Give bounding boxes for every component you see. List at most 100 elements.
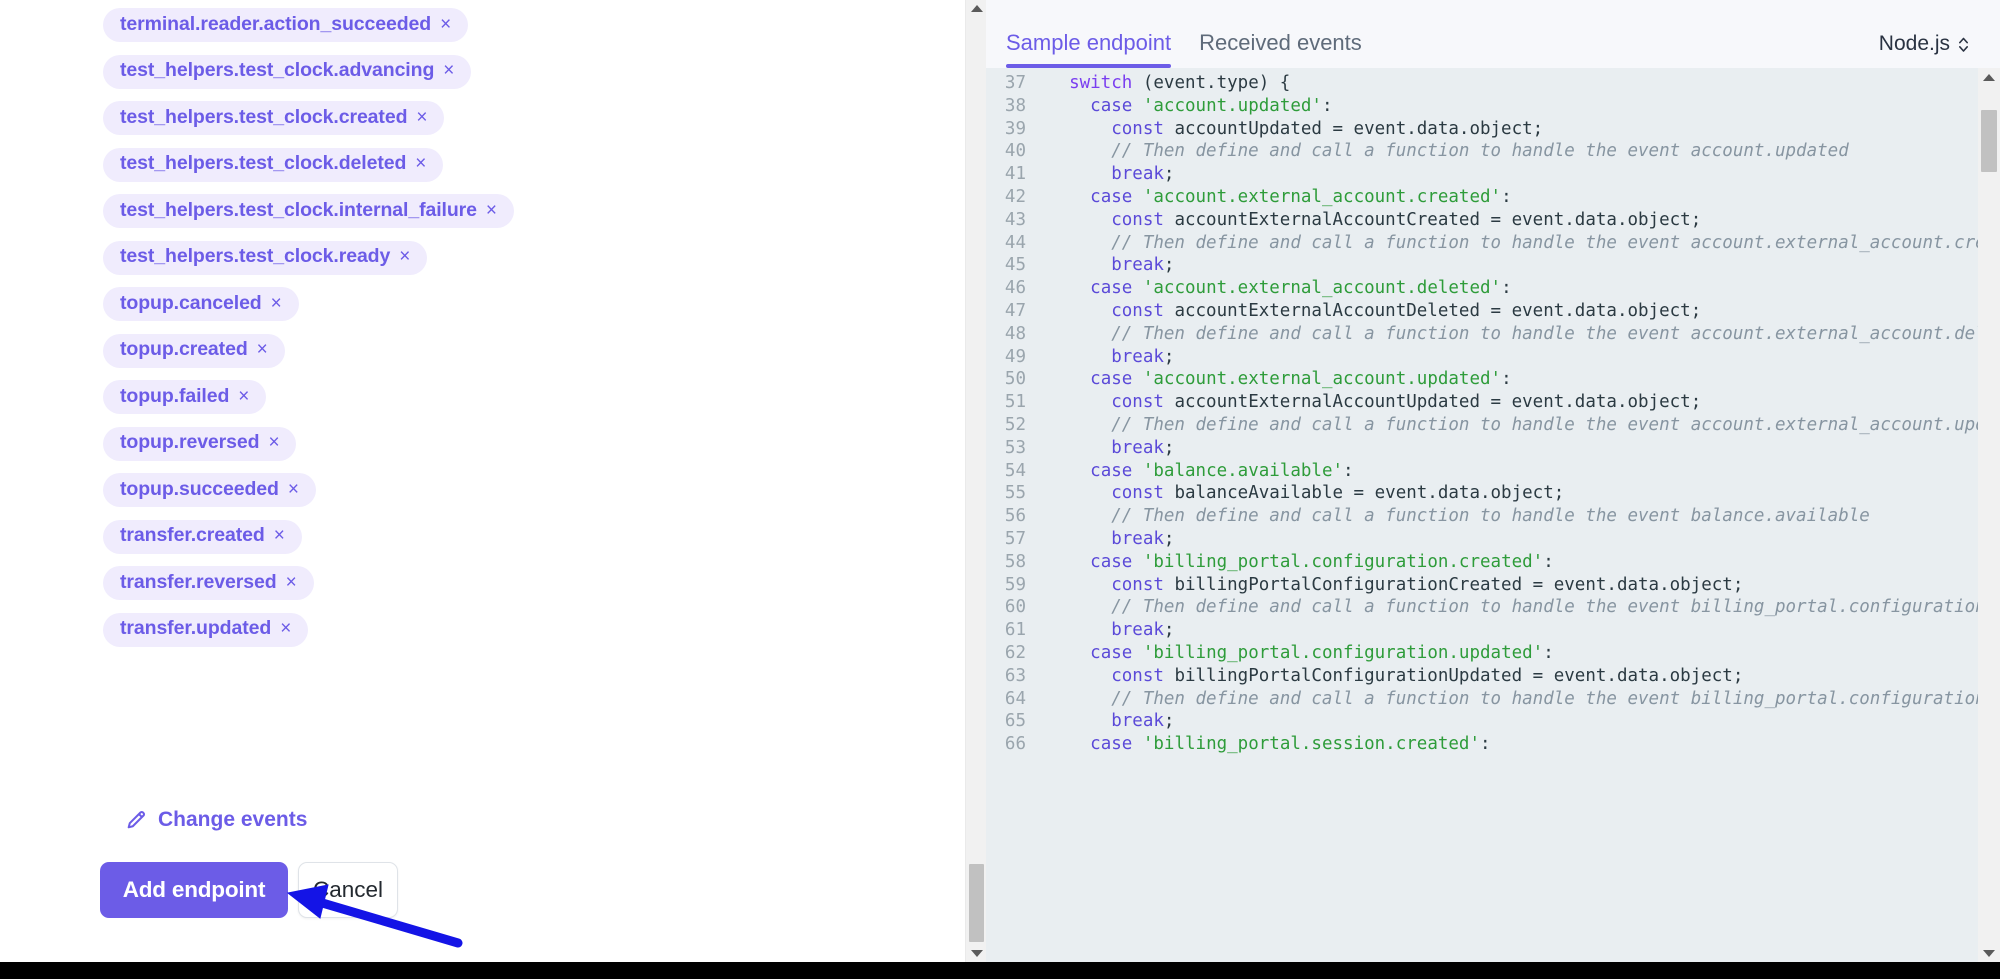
- code-line-number: 39: [986, 118, 1048, 141]
- code-line: 42 case 'account.external_account.create…: [986, 186, 1978, 209]
- code-token: ;: [1164, 438, 1175, 458]
- event-chip-row: topup.succeeded×: [103, 473, 803, 520]
- code-line-source: // Then define and call a function to ha…: [1048, 140, 1849, 163]
- tab-received-events[interactable]: Received events: [1199, 30, 1362, 68]
- code-line: 56 // Then define and call a function to…: [986, 505, 1978, 528]
- event-chip-remove-icon[interactable]: ×: [280, 619, 291, 638]
- code-line-source: break;: [1048, 254, 1174, 277]
- event-chip-remove-icon[interactable]: ×: [238, 387, 249, 406]
- code-line-number: 53: [986, 437, 1048, 460]
- code-line-source: case 'billing_portal.configuration.updat…: [1048, 642, 1554, 665]
- page-vertical-scrollbar[interactable]: [965, 0, 986, 962]
- event-chip-row: test_helpers.test_clock.ready×: [103, 241, 803, 288]
- code-line: 55 const balanceAvailable = event.data.o…: [986, 482, 1978, 505]
- code-line-number: 41: [986, 163, 1048, 186]
- event-chip-row: test_helpers.test_clock.created×: [103, 101, 803, 148]
- event-chip[interactable]: transfer.reversed ×: [103, 566, 314, 600]
- add-endpoint-button[interactable]: Add endpoint: [100, 862, 288, 918]
- code-scroll-up-arrow-icon[interactable]: [1978, 68, 2000, 86]
- event-chip-remove-icon[interactable]: ×: [486, 201, 497, 220]
- event-chip-remove-icon[interactable]: ×: [440, 15, 451, 34]
- code-line-number: 60: [986, 596, 1048, 619]
- code-line-number: 64: [986, 688, 1048, 711]
- language-selector[interactable]: Node.js: [1879, 32, 1970, 68]
- event-chip-row: test_helpers.test_clock.advancing×: [103, 55, 803, 102]
- event-chip[interactable]: transfer.created×: [103, 520, 302, 554]
- code-token: [1048, 666, 1111, 686]
- code-token: [1132, 278, 1143, 298]
- chevron-up-down-icon: [1957, 35, 1970, 54]
- code-line-source: // Then define and call a function to ha…: [1048, 688, 1978, 711]
- event-chip[interactable]: test_helpers.test_clock.advancing×: [103, 55, 471, 89]
- code-token: [1048, 164, 1111, 184]
- event-chip[interactable]: topup.failed×: [103, 380, 266, 414]
- code-line-source: break;: [1048, 437, 1174, 460]
- code-token: 'billing_portal.session.created': [1143, 734, 1480, 754]
- event-chip-remove-icon[interactable]: ×: [415, 154, 426, 173]
- code-line-source: const balanceAvailable = event.data.obje…: [1048, 482, 1564, 505]
- code-line-number: 49: [986, 346, 1048, 369]
- change-events-link[interactable]: Change events: [125, 808, 307, 832]
- event-chip[interactable]: test_helpers.test_clock.ready×: [103, 241, 427, 275]
- code-scroll-down-arrow-icon[interactable]: [1978, 944, 2000, 962]
- code-token: [1048, 483, 1111, 503]
- code-line-number: 58: [986, 551, 1048, 574]
- event-chip[interactable]: topup.succeeded×: [103, 473, 316, 507]
- code-line: 54 case 'balance.available':: [986, 460, 1978, 483]
- event-chip-remove-icon[interactable]: ×: [416, 108, 427, 127]
- code-token: const: [1111, 666, 1164, 686]
- code-line-source: // Then define and call a function to ha…: [1048, 323, 1978, 346]
- code-token: [1048, 643, 1090, 663]
- page-scrollbar-thumb[interactable]: [969, 864, 984, 942]
- event-chip-remove-icon[interactable]: ×: [274, 526, 285, 545]
- code-token: // Then define and call a function to ha…: [1111, 233, 1978, 253]
- event-chip-remove-icon[interactable]: ×: [288, 480, 299, 499]
- code-token: 'account.external_account.created': [1143, 187, 1501, 207]
- code-line: 49 break;: [986, 346, 1978, 369]
- code-token: 'balance.available': [1143, 461, 1343, 481]
- event-chip-remove-icon[interactable]: ×: [399, 247, 410, 266]
- code-token: [1132, 734, 1143, 754]
- event-chip-remove-icon[interactable]: ×: [286, 573, 297, 592]
- event-chip[interactable]: terminal.reader.action_succeeded×: [103, 8, 468, 42]
- code-token: [1048, 734, 1090, 754]
- code-line-source: case 'account.external_account.updated':: [1048, 368, 1512, 391]
- event-chip-remove-icon[interactable]: ×: [257, 340, 268, 359]
- code-scrollbar-thumb[interactable]: [1981, 110, 1997, 172]
- code-token: [1132, 187, 1143, 207]
- code-token: ;: [1164, 620, 1175, 640]
- code-token: [1048, 506, 1111, 526]
- pencil-icon: [125, 809, 147, 831]
- event-chip[interactable]: topup.canceled×: [103, 287, 299, 321]
- language-selector-value: Node.js: [1879, 32, 1950, 56]
- code-token: [1048, 689, 1111, 709]
- scroll-down-arrow-icon[interactable]: [966, 945, 987, 962]
- event-chip[interactable]: transfer.updated×: [103, 613, 308, 647]
- code-token: case: [1090, 461, 1132, 481]
- code-scroll-viewport: 37 switch (event.type) {38 case 'account…: [986, 68, 1978, 962]
- code-token: break: [1111, 620, 1164, 640]
- code-token: [1048, 187, 1090, 207]
- event-chip[interactable]: test_helpers.test_clock.created×: [103, 101, 444, 135]
- code-token: [1048, 575, 1111, 595]
- tab-sample-endpoint[interactable]: Sample endpoint: [1006, 30, 1171, 68]
- app-root: terminal.reader.action_succeeded× test_he…: [0, 0, 2000, 979]
- code-line-number: 48: [986, 323, 1048, 346]
- event-chip[interactable]: test_helpers.test_clock.internal_failure…: [103, 194, 514, 228]
- code-token: // Then define and call a function to ha…: [1111, 506, 1870, 526]
- code-line-number: 56: [986, 505, 1048, 528]
- event-chip[interactable]: test_helpers.test_clock.deleted×: [103, 148, 443, 182]
- code-line: 37 switch (event.type) {: [986, 72, 1978, 95]
- cancel-button[interactable]: Cancel: [298, 862, 398, 918]
- code-line: 45 break;: [986, 254, 1978, 277]
- event-chip-remove-icon[interactable]: ×: [443, 61, 454, 80]
- code-line-number: 54: [986, 460, 1048, 483]
- scroll-up-arrow-icon[interactable]: [966, 0, 987, 17]
- code-token: const: [1111, 301, 1164, 321]
- event-chip-label: transfer.reversed: [120, 573, 277, 593]
- event-chip-remove-icon[interactable]: ×: [268, 433, 279, 452]
- event-chip[interactable]: topup.reversed×: [103, 427, 296, 461]
- code-vertical-scrollbar[interactable]: [1978, 68, 2000, 962]
- event-chip-remove-icon[interactable]: ×: [271, 294, 282, 313]
- event-chip[interactable]: topup.created×: [103, 334, 285, 368]
